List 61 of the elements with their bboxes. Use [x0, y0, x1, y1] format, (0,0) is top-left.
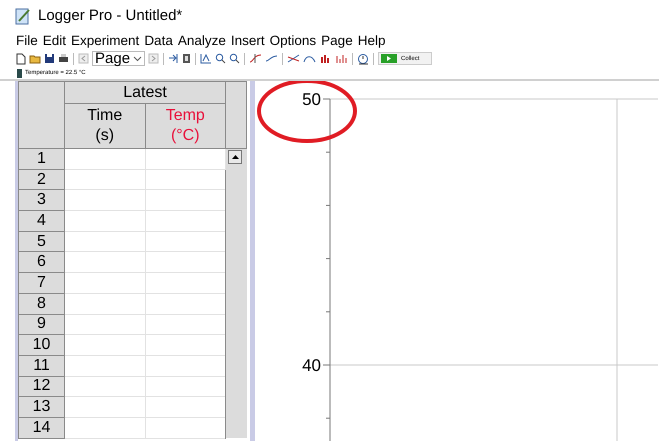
notepad-icon: [14, 6, 32, 24]
row-number: 10: [18, 334, 64, 356]
menu-item[interactable]: File: [16, 32, 38, 48]
curve-icon[interactable]: [249, 53, 262, 64]
row-number: 9: [18, 314, 64, 335]
stopwatch-icon[interactable]: [357, 52, 370, 64]
row-number: 4: [18, 210, 64, 232]
table-cell[interactable]: [64, 272, 145, 294]
table-cell[interactable]: [64, 231, 145, 252]
menu-item[interactable]: Options: [270, 32, 316, 48]
table-cell[interactable]: [64, 148, 145, 170]
menu-item[interactable]: Edit: [42, 32, 66, 48]
new-file-icon[interactable]: [16, 52, 26, 64]
print-icon[interactable]: [58, 53, 69, 64]
column-header[interactable]: Time (s): [64, 104, 145, 148]
column-group-header: Latest: [64, 82, 226, 104]
table-cell[interactable]: [64, 210, 145, 232]
menu-item[interactable]: Help: [358, 32, 386, 48]
zoom-in-icon[interactable]: [215, 53, 226, 64]
caret-icon: [133, 56, 142, 62]
row-number: 11: [18, 355, 64, 376]
menu-item[interactable]: Analyze: [178, 32, 226, 48]
menu-item[interactable]: Experiment: [71, 32, 140, 48]
table-cell[interactable]: [64, 293, 145, 314]
table-cell[interactable]: [64, 355, 145, 376]
table-cell[interactable]: [64, 376, 145, 397]
row-number: 14: [18, 417, 64, 438]
table-cell[interactable]: [64, 252, 145, 273]
row-number: 2: [18, 169, 64, 190]
scroll-up-button[interactable]: [228, 150, 242, 164]
axis-tick-label: 40: [302, 356, 321, 375]
bar-graph-icon[interactable]: [335, 53, 348, 64]
row-number: 5: [18, 231, 64, 252]
table-cell[interactable]: [145, 148, 226, 170]
row-number: 1: [18, 148, 64, 170]
table-cell[interactable]: [64, 417, 145, 438]
sensor-icon: [17, 68, 22, 78]
play-icon: [381, 54, 398, 63]
zoom-out-icon[interactable]: [229, 53, 240, 64]
menu-item[interactable]: Page: [321, 32, 353, 48]
table-cell[interactable]: [64, 314, 145, 335]
row-number: 12: [18, 376, 64, 397]
curve-icon[interactable]: [265, 53, 278, 64]
row-number: 7: [18, 272, 64, 294]
table-cell[interactable]: [64, 396, 145, 418]
save-icon[interactable]: [44, 53, 55, 64]
window-title: Logger Pro - Untitled*: [38, 7, 182, 24]
table-cell[interactable]: [64, 190, 145, 211]
row-number: 13: [18, 396, 64, 418]
row-number: 8: [18, 293, 64, 314]
page-dropdown[interactable]: Page: [92, 51, 146, 66]
up-arrow-icon: [232, 155, 238, 159]
axis-tick-label: 50: [302, 90, 321, 109]
meter-icon[interactable]: [182, 53, 192, 64]
menu-item[interactable]: Insert: [230, 32, 265, 48]
row-number: 6: [18, 252, 64, 273]
table-cell[interactable]: [64, 169, 145, 190]
table-cell[interactable]: [64, 334, 145, 356]
row-number: 3: [18, 190, 64, 211]
menu-item[interactable]: Data: [144, 32, 173, 48]
folder-icon[interactable]: [29, 53, 41, 64]
